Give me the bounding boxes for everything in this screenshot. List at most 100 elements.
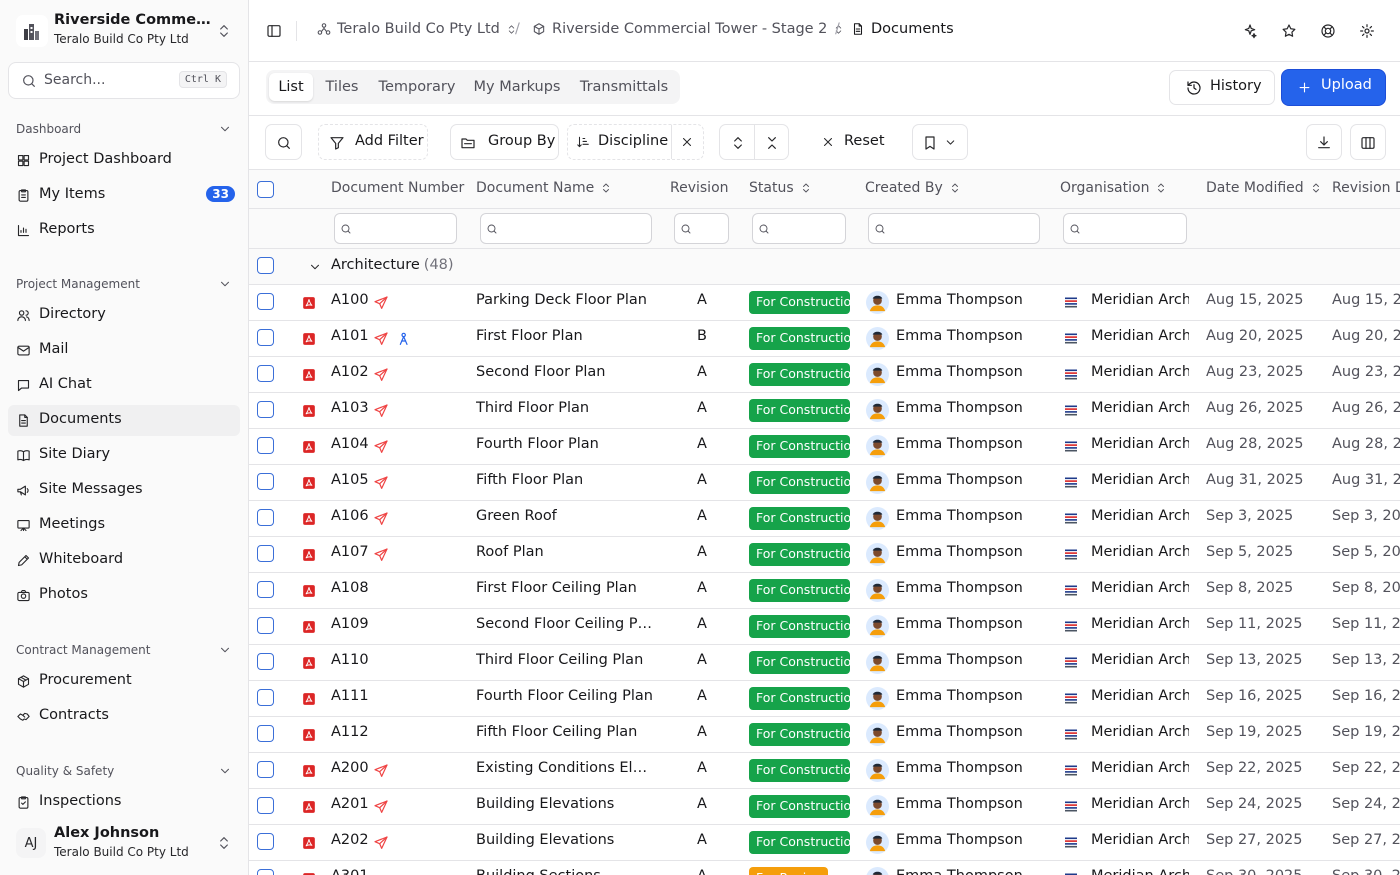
document-name[interactable]: Building Elevations xyxy=(476,796,656,812)
table-row[interactable]: A112 Fifth Floor Ceiling Plan A For Cons… xyxy=(249,717,1400,753)
saved-views-button[interactable] xyxy=(912,124,968,160)
document-name[interactable]: Building Elevations xyxy=(476,832,656,848)
document-number[interactable]: A104 xyxy=(331,436,369,452)
col-revision-date[interactable]: Revision Date xyxy=(1332,180,1400,196)
document-number[interactable]: A107 xyxy=(331,544,369,560)
col-revision[interactable]: Revision xyxy=(670,180,729,196)
row-checkbox[interactable] xyxy=(257,725,274,742)
row-checkbox[interactable] xyxy=(257,509,274,526)
col-organisation[interactable]: Organisation xyxy=(1060,180,1167,196)
table-row[interactable]: A101 First Floor Plan B For Construction… xyxy=(249,321,1400,357)
document-name[interactable]: Fourth Floor Ceiling Plan xyxy=(476,688,656,704)
collapse-all-icon[interactable] xyxy=(764,135,780,151)
sidebar-item-inspections[interactable]: Inspections xyxy=(8,787,240,818)
project-switcher[interactable]: Riverside Commercial Tower - Stage 2 Ter… xyxy=(8,8,240,54)
sidebar-item-ai-chat[interactable]: AI Chat xyxy=(8,370,240,401)
document-name[interactable]: Roof Plan xyxy=(476,544,656,560)
download-button[interactable] xyxy=(1306,124,1342,160)
document-name[interactable]: Parking Deck Floor Plan xyxy=(476,292,656,308)
help-buoy-icon[interactable] xyxy=(1320,23,1336,39)
row-checkbox[interactable] xyxy=(257,293,274,310)
document-name[interactable]: Green Roof xyxy=(476,508,656,524)
document-name[interactable]: First Floor Plan xyxy=(476,328,656,344)
table-row[interactable]: A108 First Floor Ceiling Plan A For Cons… xyxy=(249,573,1400,609)
sidebar-toggle-icon[interactable] xyxy=(266,23,282,39)
table-row[interactable]: A107 Roof Plan A For Construction Emma T… xyxy=(249,537,1400,573)
sidebar-item-mail[interactable]: Mail xyxy=(8,335,240,366)
table-row[interactable]: A104 Fourth Floor Plan A For Constructio… xyxy=(249,429,1400,465)
history-button[interactable]: History xyxy=(1169,70,1275,105)
document-number[interactable]: A201 xyxy=(331,796,369,812)
col-document-name[interactable]: Document Name xyxy=(476,180,612,196)
document-number[interactable]: A200 xyxy=(331,760,369,776)
document-name[interactable]: Fifth Floor Plan xyxy=(476,472,656,488)
user-menu[interactable]: AJ Alex Johnson Teralo Build Co Pty Ltd xyxy=(8,820,240,868)
col-document-number[interactable]: Document Number xyxy=(331,180,464,196)
sidebar-item-project-dashboard[interactable]: Project Dashboard xyxy=(8,145,240,176)
document-number[interactable]: A100 xyxy=(331,292,369,308)
reset-button[interactable]: Reset xyxy=(807,124,895,160)
document-number[interactable]: A301 xyxy=(331,868,369,875)
sidebar-item-meetings[interactable]: Meetings xyxy=(8,510,240,541)
document-number[interactable]: A202 xyxy=(331,832,369,848)
tab-tiles[interactable]: Tiles xyxy=(317,73,367,101)
sidebar-item-site-diary[interactable]: Site Diary xyxy=(8,440,240,471)
row-checkbox[interactable] xyxy=(257,833,274,850)
tab-transmittals[interactable]: Transmittals xyxy=(571,73,677,101)
group-row-architecture[interactable]: Architecture (48) xyxy=(249,249,1400,285)
document-name[interactable]: Building Sections xyxy=(476,868,656,875)
discipline-group-chip[interactable]: Discipline xyxy=(567,124,704,160)
table-row[interactable]: A103 Third Floor Plan A For Construction… xyxy=(249,393,1400,429)
document-name[interactable]: Existing Conditions Elevations xyxy=(476,760,656,776)
table-row[interactable]: A106 Green Roof A For Construction Emma … xyxy=(249,501,1400,537)
table-row[interactable]: A109 Second Floor Ceiling Plan A For Con… xyxy=(249,609,1400,645)
col-status[interactable]: Status xyxy=(749,180,812,196)
sidebar-item-directory[interactable]: Directory xyxy=(8,300,240,331)
document-number[interactable]: A101 xyxy=(331,328,369,344)
filter-revision-input[interactable] xyxy=(674,213,729,244)
gear-icon[interactable] xyxy=(1359,23,1375,39)
table-row[interactable]: A301 Building Sections A For Review Emma… xyxy=(249,861,1400,875)
section-quality-safety[interactable]: Quality & Safety xyxy=(16,764,232,780)
row-checkbox[interactable] xyxy=(257,545,274,562)
table-row[interactable]: A102 Second Floor Plan A For Constructio… xyxy=(249,357,1400,393)
document-name[interactable]: Third Floor Ceiling Plan xyxy=(476,652,656,668)
table-row[interactable]: A111 Fourth Floor Ceiling Plan A For Con… xyxy=(249,681,1400,717)
sidebar-item-contracts[interactable]: Contracts xyxy=(8,701,240,732)
section-contract-management[interactable]: Contract Management xyxy=(16,643,232,659)
row-checkbox[interactable] xyxy=(257,761,274,778)
sidebar-item-documents[interactable]: Documents xyxy=(8,405,240,436)
document-name[interactable]: Second Floor Plan xyxy=(476,364,656,380)
tab-my-markups[interactable]: My Markups xyxy=(467,73,567,101)
star-icon[interactable] xyxy=(1281,23,1297,39)
group-checkbox[interactable] xyxy=(257,257,274,274)
document-name[interactable]: Third Floor Plan xyxy=(476,400,656,416)
row-checkbox[interactable] xyxy=(257,797,274,814)
row-checkbox[interactable] xyxy=(257,653,274,670)
add-filter-button[interactable]: Add Filter xyxy=(318,124,428,160)
table-row[interactable]: A110 Third Floor Ceiling Plan A For Cons… xyxy=(249,645,1400,681)
row-checkbox[interactable] xyxy=(257,581,274,598)
columns-button[interactable] xyxy=(1350,124,1386,160)
document-number[interactable]: A110 xyxy=(331,652,369,668)
breadcrumb-org[interactable]: Teralo Build Co Pty Ltd xyxy=(317,21,517,37)
document-number[interactable]: A112 xyxy=(331,724,369,740)
table-row[interactable]: A200 Existing Conditions Elevations A Fo… xyxy=(249,753,1400,789)
document-name[interactable]: First Floor Ceiling Plan xyxy=(476,580,656,596)
table-row[interactable]: A105 Fifth Floor Plan A For Construction… xyxy=(249,465,1400,501)
search-input[interactable]: Search... Ctrl K xyxy=(8,62,240,99)
document-number[interactable]: A108 xyxy=(331,580,369,596)
row-checkbox[interactable] xyxy=(257,473,274,490)
row-checkbox[interactable] xyxy=(257,617,274,634)
document-name[interactable]: Fourth Floor Plan xyxy=(476,436,656,452)
sidebar-item-site-messages[interactable]: Site Messages xyxy=(8,475,240,506)
sparkle-icon[interactable] xyxy=(1242,23,1258,39)
document-number[interactable]: A106 xyxy=(331,508,369,524)
select-all-checkbox[interactable] xyxy=(257,181,274,198)
sidebar-item-reports[interactable]: Reports xyxy=(8,215,240,246)
document-name[interactable]: Second Floor Ceiling Plan xyxy=(476,616,656,632)
row-checkbox[interactable] xyxy=(257,869,274,875)
filter-document-number-input[interactable] xyxy=(334,213,457,244)
table-row[interactable]: A202 Building Elevations A For Construct… xyxy=(249,825,1400,861)
row-checkbox[interactable] xyxy=(257,401,274,418)
